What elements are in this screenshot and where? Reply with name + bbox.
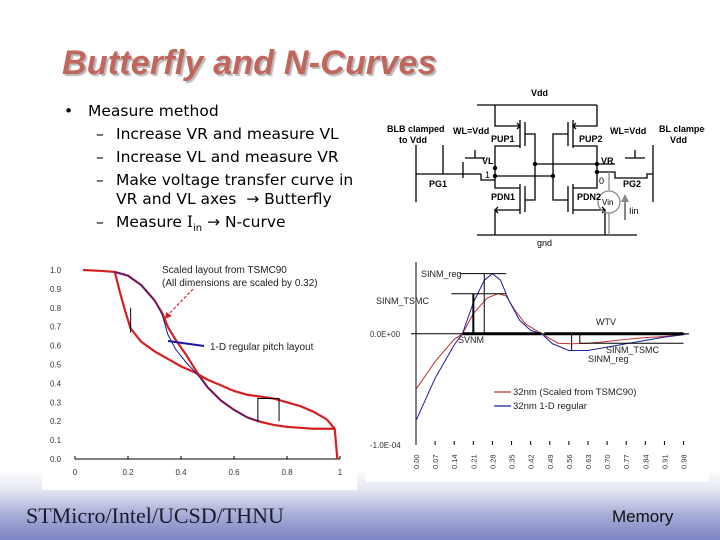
iin-label: Iin <box>629 206 639 216</box>
series-line-1 <box>114 270 339 460</box>
annotation-sinm-tsmc: SINM_TSMC <box>376 296 430 306</box>
sub-bullet-1: – Increase VR and measure VL <box>62 123 353 146</box>
pdn2-label: PDN2 <box>577 192 601 202</box>
vdd-label: Vdd <box>531 88 548 98</box>
x-tick-label: 1 <box>338 468 343 477</box>
x-tick-label: 0.35 <box>508 454 517 469</box>
bullet-main: • Measure method <box>62 100 353 123</box>
x-tick-label: 0.84 <box>641 454 650 469</box>
snm-square <box>257 398 280 422</box>
x-tick-label: 0.07 <box>431 454 440 469</box>
x-tick-label: 0.00 <box>412 454 421 469</box>
legend-label-scaled: 32nm (Scaled from TSMC90) <box>513 387 636 398</box>
x-tick-label: 0.4 <box>175 468 187 477</box>
y-tick-label: 0.9 <box>50 285 62 294</box>
sram-circuit-diagram: Vdd gnd BLB clamped to Vdd BL clamped to… <box>387 88 705 248</box>
node-0-label: 0 <box>599 176 604 186</box>
blb-label-2: to Vdd <box>399 135 427 145</box>
pdn1-label: PDN1 <box>491 192 515 202</box>
arrow-right-icon: → <box>207 213 220 231</box>
sub-bullet-text: Increase VR and measure VL <box>116 125 339 143</box>
y-tick-label: 0.8 <box>50 304 62 313</box>
arrow-head-icon <box>165 312 172 319</box>
x-tick-label: 0.2 <box>122 468 134 477</box>
x-tick-label: 0.56 <box>565 454 574 469</box>
bl-label-2: Vdd <box>670 135 687 145</box>
dash-icon: – <box>96 213 104 231</box>
slide-title: Butterfly and N-Curves <box>62 44 437 82</box>
annotation-svnm: SVNM <box>458 335 484 345</box>
blb-label: BLB clamped <box>387 124 445 134</box>
ncurve-chart-panel: 0.0E+00 -1.0E-04 0.00 0.07 0.14 0.21 0.28 0.35 0… <box>366 252 709 482</box>
annotation-wtv: WTV <box>596 317 616 327</box>
butterfly-chart: 0.0 0.1 0.2 0.3 0.4 0.5 0.6 0.7 0.8 0.9 1.0 0 0.2 0.4… <box>50 265 343 477</box>
y-tick-label: 0.2 <box>50 417 62 426</box>
pg1-label: PG1 <box>429 179 447 189</box>
bullet-main-text: Measure method <box>88 102 219 120</box>
current-subscript: in <box>192 223 203 235</box>
x-tick-label: 0.21 <box>469 454 478 469</box>
x-tick-label: 0.49 <box>546 454 555 469</box>
x-tick-label: 0.42 <box>527 454 536 469</box>
butterfly-chart-panel: 0.0 0.1 0.2 0.3 0.4 0.5 0.6 0.7 0.8 0.9 1.0 0 0.2 0.4… <box>42 252 357 490</box>
sub-bullet-text: VR and VL axes <box>116 190 237 208</box>
annotation-sinm-reg: SINM_reg <box>421 269 462 279</box>
y-tick-label: 0.3 <box>50 398 62 407</box>
y-tick-label: 1.0 <box>50 266 62 275</box>
sub-bullet-4: – Measure Iin → N-curve <box>62 211 353 240</box>
x-tick-label: 0.98 <box>680 454 689 469</box>
x-tick-label: 0.14 <box>450 454 459 469</box>
annotation-sinm-reg-2: SINM_reg <box>588 354 629 364</box>
y-tick-label: 0.4 <box>50 379 62 388</box>
y-tick-label: 0.0 <box>50 455 62 464</box>
x-tick-label: 0.70 <box>603 454 612 469</box>
x-tick-label: 0.63 <box>584 454 593 469</box>
dash-icon: – <box>96 171 104 189</box>
x-tick-label: 0.28 <box>488 454 497 469</box>
bullet-dot-icon: • <box>64 102 74 120</box>
arrow-right-icon: → <box>246 190 260 208</box>
y-tick-label: 0.0E+00 <box>370 330 401 339</box>
annotation-regular-layout: 1-D regular pitch layout <box>210 342 314 353</box>
pup1-label: PUP1 <box>491 134 515 144</box>
x-tick-label: 0.8 <box>281 468 293 477</box>
dash-icon: – <box>96 125 104 143</box>
sub-bullet-result: Butterfly <box>264 190 332 208</box>
sub-bullet-text: Increase VL and measure VR <box>116 148 339 166</box>
wl-left-label: WL=Vdd <box>453 126 489 136</box>
footer-topic: Memory <box>612 507 674 526</box>
x-tick-label: 0.6 <box>228 468 240 477</box>
vl-label: VL <box>482 156 494 166</box>
sub-bullet-result: N-curve <box>224 213 286 231</box>
bullet-list: • Measure method – Increase VR and measu… <box>62 100 353 240</box>
sub-bullet-text: Make voltage transfer curve in <box>116 171 354 189</box>
dash-icon: – <box>96 148 104 166</box>
annotation-arrow-scaled <box>166 288 194 317</box>
x-tick-label: 0 <box>73 468 78 477</box>
annotation-scaled-layout: Scaled layout from TSMC90 <box>162 265 287 276</box>
pg2-label: PG2 <box>623 179 641 189</box>
vr-label: VR <box>601 156 614 166</box>
bl-label: BL clamped to <box>659 124 705 134</box>
y-tick-label: 0.5 <box>50 361 62 370</box>
y-tick-label: 0.1 <box>50 436 62 445</box>
pup2-label: PUP2 <box>579 134 603 144</box>
y-tick-label: 0.6 <box>50 342 62 351</box>
wl-right-label: WL=Vdd <box>610 126 646 136</box>
gnd-label: gnd <box>537 238 552 248</box>
y-tick-label: -1.0E-04 <box>370 441 401 450</box>
annotation-scaled-factor: (All dimensions are scaled by 0.32) <box>162 278 318 289</box>
sub-bullet-3: – Make voltage transfer curve in <box>62 169 353 192</box>
x-tick-label: 0.91 <box>660 454 669 469</box>
sub-bullet-2: – Increase VL and measure VR <box>62 146 353 169</box>
x-tick-label: 0.77 <box>622 454 631 469</box>
legend-label-regular: 32nm 1-D regular <box>513 401 587 412</box>
y-tick-label: 0.7 <box>50 323 62 332</box>
sub-bullet-text: Measure <box>116 213 187 231</box>
footer-affiliations: STMicro/Intel/UCSD/THNU <box>26 503 284 528</box>
node-1-label: 1 <box>485 170 490 180</box>
ncurve-chart: 0.0E+00 -1.0E-04 0.00 0.07 0.14 0.21 0.28 0.35 0… <box>370 262 690 469</box>
vin-label: Vin <box>602 198 613 207</box>
